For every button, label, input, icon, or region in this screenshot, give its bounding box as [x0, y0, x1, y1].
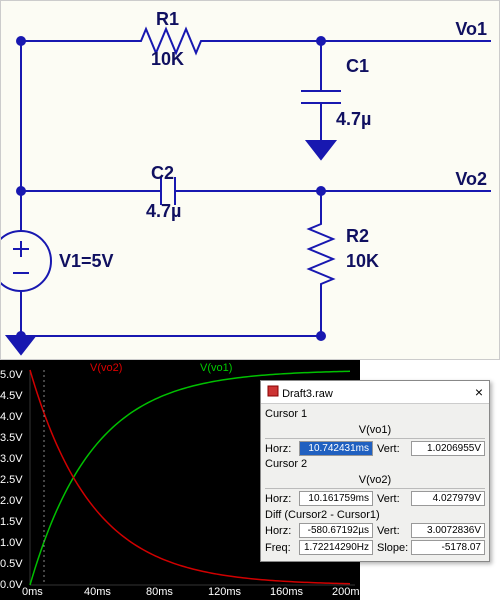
c2-vert-value[interactable]: 4.027979V [411, 491, 485, 506]
cursor2-label: Cursor 2 [265, 458, 485, 470]
cursor2-signal: V(vo2) [265, 472, 485, 489]
y-tick: 2.0V [0, 495, 23, 507]
c1-name: C1 [346, 56, 369, 77]
node-vo1: Vo1 [455, 19, 487, 40]
y-tick: 2.5V [0, 474, 23, 486]
c1-horz-value[interactable]: 10.742431ms [299, 441, 373, 456]
x-tick: 80ms [146, 586, 173, 598]
y-tick: 0.0V [0, 579, 23, 591]
freq-value[interactable]: 1.72214290Hz [299, 540, 373, 555]
c2-horz-value[interactable]: 10.161759ms [299, 491, 373, 506]
v1-label: V1=5V [59, 251, 114, 272]
cursor-panel[interactable]: Draft3.raw × Cursor 1 V(vo1) Horz: 10.74… [260, 380, 490, 562]
lbl-freq: Freq: [265, 542, 295, 554]
lbl-slope: Slope: [377, 542, 407, 554]
node-vo2: Vo2 [455, 169, 487, 190]
y-tick: 1.5V [0, 516, 23, 528]
x-tick: 200ms [332, 586, 365, 598]
lbl-horz: Horz: [265, 443, 295, 455]
r1-name: R1 [156, 9, 179, 30]
close-icon[interactable]: × [475, 384, 483, 400]
c1-vert-value[interactable]: 1.0206955V [411, 441, 485, 456]
x-tick: 40ms [84, 586, 111, 598]
trace-label-vo2[interactable]: V(vo2) [90, 362, 122, 374]
lbl-vert: Vert: [377, 443, 407, 455]
cursor-panel-title: Draft3.raw [282, 388, 333, 400]
diff-vert-value[interactable]: 3.0072836V [411, 523, 485, 538]
app-icon [267, 385, 279, 397]
x-tick: 120ms [208, 586, 241, 598]
y-tick: 0.5V [0, 558, 23, 570]
r2-value: 10K [346, 251, 379, 272]
trace-label-vo1[interactable]: V(vo1) [200, 362, 232, 374]
c1-value: 4.7µ [336, 109, 371, 130]
r1-value: 10K [151, 49, 184, 70]
diff-label: Diff (Cursor2 - Cursor1) [265, 509, 485, 521]
r2-name: R2 [346, 226, 369, 247]
y-tick: 4.0V [0, 411, 23, 423]
c2-name: C2 [151, 163, 174, 184]
y-tick: 3.5V [0, 432, 23, 444]
x-tick: 0ms [22, 586, 43, 598]
y-tick: 3.0V [0, 453, 23, 465]
x-tick: 160ms [270, 586, 303, 598]
y-tick: 5.0V [0, 369, 23, 381]
circuit-schematic: R1 10K C1 4.7µ C2 4.7µ R2 10K V1=5V Vo1 … [0, 0, 500, 360]
diff-horz-value[interactable]: -580.67192µs [299, 523, 373, 538]
cursor1-signal: V(vo1) [265, 422, 485, 439]
cursor1-label: Cursor 1 [265, 408, 485, 420]
y-tick: 1.0V [0, 537, 23, 549]
c2-value: 4.7µ [146, 201, 181, 222]
y-tick: 4.5V [0, 390, 23, 402]
waveform-window: 0.0V 0.5V 1.0V 1.5V 2.0V 2.5V 3.0V 3.5V 4.0V 4.5V… [0, 360, 500, 600]
cursor-panel-titlebar[interactable]: Draft3.raw × [261, 381, 489, 404]
slope-value[interactable]: -5178.07 [411, 540, 485, 555]
schematic-svg [1, 1, 500, 361]
